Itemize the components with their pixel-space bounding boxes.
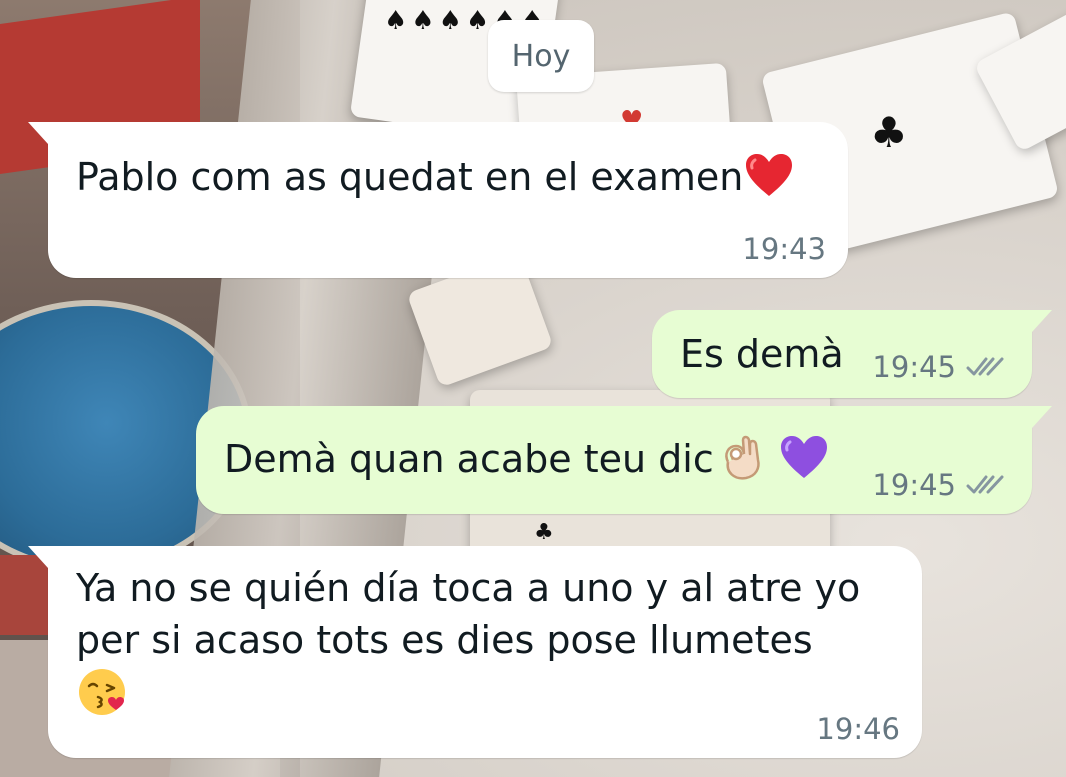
message-text: Demà quan acabe teu dic — [224, 432, 830, 485]
ok-hand-emoji — [724, 435, 760, 480]
message-time: 19:43 — [742, 232, 826, 266]
chat-message-list[interactable]: Hoy Pablo com as quedat en el examen 19:… — [0, 0, 1066, 777]
red-heart-emoji — [746, 154, 793, 196]
message-meta: 19:46 — [816, 712, 900, 746]
message-text: Es demà — [680, 328, 844, 380]
incoming-message[interactable]: Ya no se quién día toca a uno y al atre … — [28, 546, 922, 758]
message-text: Ya no se quién día toca a uno y al atre … — [76, 562, 860, 719]
double-check-icon — [966, 357, 1004, 376]
kissing-face-with-heart-emoji — [79, 669, 125, 715]
message-time: 19:46 — [816, 712, 900, 746]
outgoing-message[interactable]: Demà quan acabe teu dic 19:45 — [196, 406, 1052, 514]
message-meta: 19:43 — [742, 232, 826, 266]
message-line: per si acaso tots es dies pose llumetes — [76, 618, 813, 662]
purple-heart-emoji — [780, 436, 827, 478]
message-time: 19:45 — [872, 468, 956, 502]
message-line: Pablo com as quedat en el examen — [76, 155, 744, 199]
message-meta: 19:45 — [872, 468, 1006, 502]
message-time: 19:45 — [872, 350, 956, 384]
message-line: Demà quan acabe teu dic — [224, 437, 714, 481]
double-check-icon — [966, 475, 1004, 494]
outgoing-message[interactable]: Es demà 19:45 — [652, 310, 1052, 398]
date-separator: Hoy — [488, 20, 594, 92]
incoming-message[interactable]: Pablo com as quedat en el examen 19:43 — [28, 122, 848, 278]
message-meta: 19:45 — [872, 350, 1006, 384]
message-line: Ya no se quién día toca a uno y al atre … — [76, 566, 861, 610]
message-line: Es demà — [680, 332, 844, 376]
message-text: Pablo com as quedat en el examen — [76, 150, 795, 203]
